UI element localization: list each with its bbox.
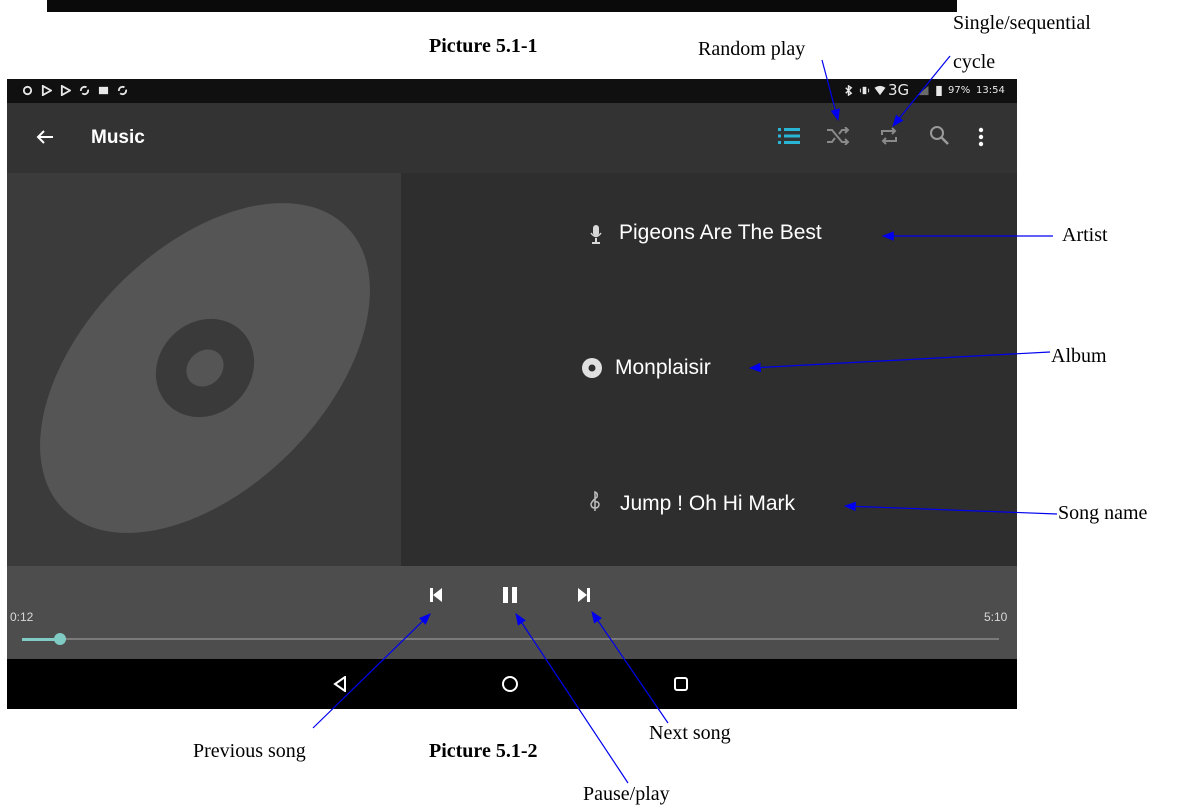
arrow-next-song (591, 611, 669, 724)
annotation-arrows (312, 55, 1058, 784)
document-page: { "captions": {"top": "Picture 5.1-1", "… (0, 0, 1201, 812)
arrow-cycle (892, 55, 951, 127)
arrow-previous-song (312, 613, 431, 729)
arrow-song-name (843, 501, 1058, 515)
arrow-album (748, 351, 1051, 373)
arrow-random-play (821, 59, 840, 122)
